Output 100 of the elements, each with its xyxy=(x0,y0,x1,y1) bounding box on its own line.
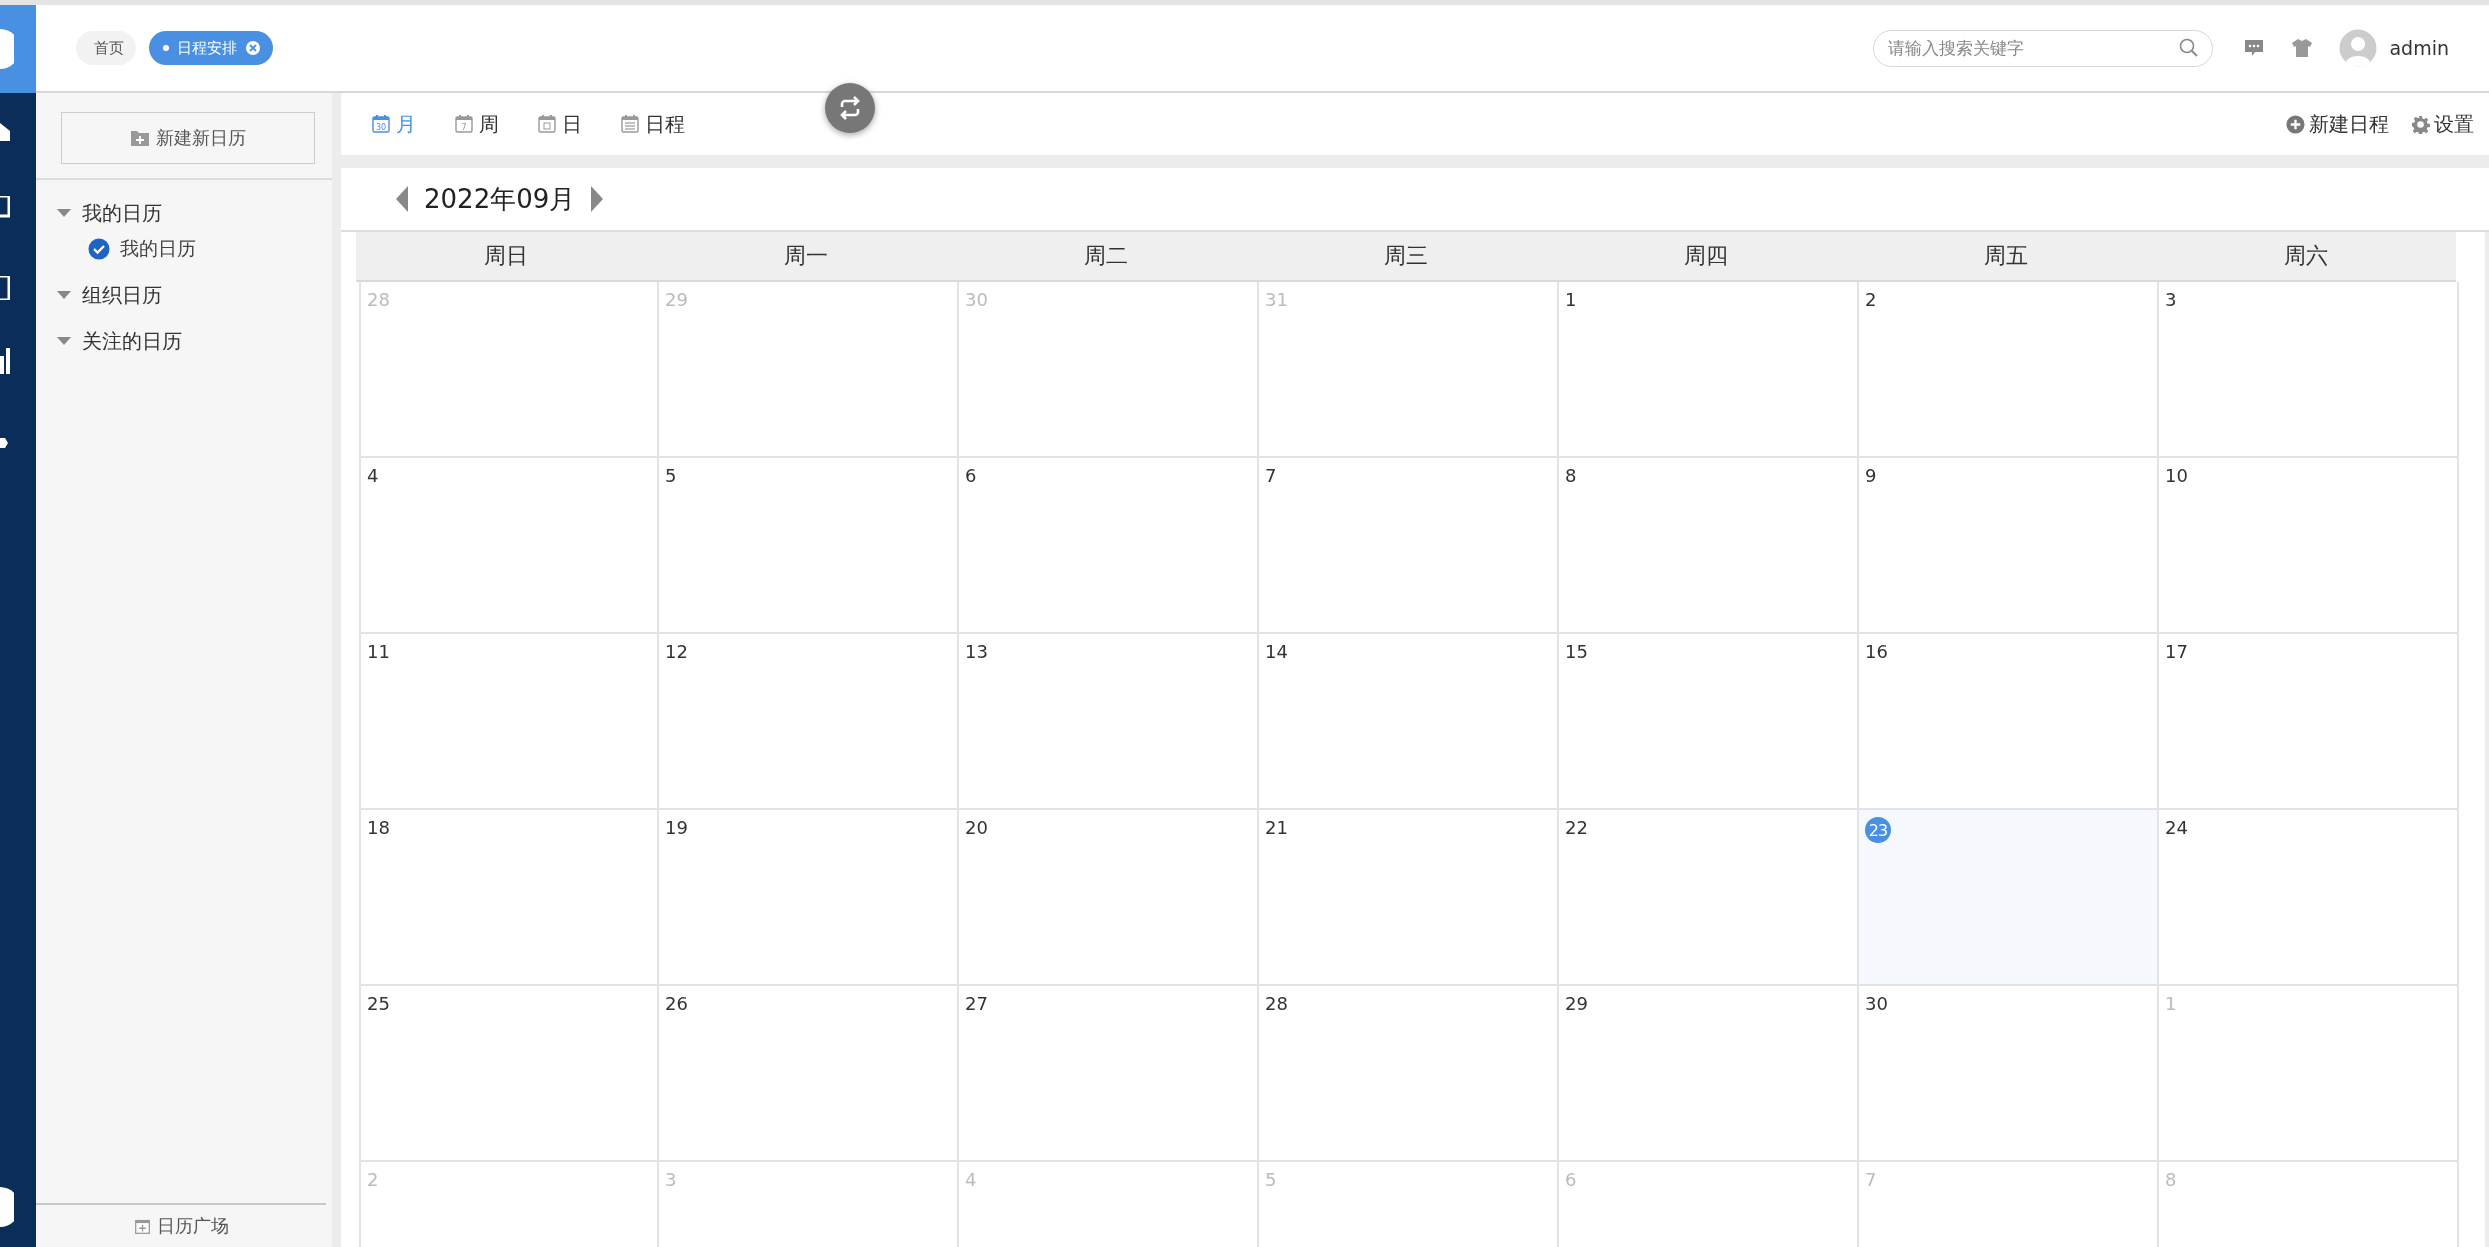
day-number: 29 xyxy=(665,289,688,310)
calendar-square-link[interactable]: 日历广场 xyxy=(133,1214,229,1238)
calendar-plus-icon xyxy=(133,1217,151,1235)
day-number: 2 xyxy=(1865,289,1877,310)
calendar-icon: 30 xyxy=(371,114,391,134)
day-cell[interactable]: 30 xyxy=(1859,986,2159,1162)
day-cell[interactable]: 6 xyxy=(959,458,1259,634)
group-label: 我的日历 xyxy=(82,199,162,227)
search-icon[interactable] xyxy=(2179,37,2200,58)
weekday-header: 周三 xyxy=(1256,232,1556,282)
day-cell[interactable]: 19 xyxy=(659,810,959,986)
day-cell[interactable]: 7 xyxy=(1259,458,1559,634)
day-number: 13 xyxy=(965,641,988,662)
new-calendar-button[interactable]: 新建新日历 xyxy=(61,112,315,164)
day-number: 29 xyxy=(1565,993,1588,1014)
view-tab[interactable]: 日 xyxy=(537,110,582,138)
chat-icon[interactable] xyxy=(2243,38,2266,58)
day-number: 3 xyxy=(665,1169,677,1190)
weekday-header: 周四 xyxy=(1556,232,1856,282)
day-cell[interactable]: 25 xyxy=(359,986,659,1162)
settings-button[interactable]: 设置 xyxy=(2411,110,2474,138)
day-number: 20 xyxy=(965,817,988,838)
close-icon[interactable] xyxy=(245,40,261,56)
plus-icon xyxy=(2286,114,2305,134)
day-cell[interactable]: 22 xyxy=(1559,810,1859,986)
day-number: 31 xyxy=(1265,289,1288,310)
day-cell[interactable]: 9 xyxy=(1859,458,2159,634)
calendar-label: 我的日历 xyxy=(120,236,196,261)
search-field[interactable]: 请输入搜索关键字 xyxy=(1873,29,2214,67)
day-cell[interactable]: 18 xyxy=(359,810,659,986)
day-cell[interactable]: 3 xyxy=(2159,282,2459,458)
day-cell[interactable]: 17 xyxy=(2159,634,2459,810)
day-number: 11 xyxy=(367,641,390,662)
day-cell[interactable]: 12 xyxy=(659,634,959,810)
day-number: 2 xyxy=(367,1169,379,1190)
day-cell[interactable]: 24 xyxy=(2159,810,2459,986)
day-cell[interactable]: 29 xyxy=(1559,986,1859,1162)
day-cell[interactable]: 28 xyxy=(1259,986,1559,1162)
calendar-group[interactable]: 关注的日历 xyxy=(56,318,332,364)
day-number: 3 xyxy=(2165,289,2177,310)
day-number: 26 xyxy=(665,993,688,1014)
day-number: 17 xyxy=(2165,641,2188,662)
day-number: 27 xyxy=(965,993,988,1014)
day-number: 1 xyxy=(1565,289,1577,310)
day-number: 19 xyxy=(665,817,688,838)
calendar-icon xyxy=(537,114,557,134)
day-number: 8 xyxy=(2165,1169,2177,1190)
user-name[interactable]: admin xyxy=(2389,37,2449,59)
day-cell[interactable]: 20 xyxy=(959,810,1259,986)
day-cell[interactable]: 5 xyxy=(659,458,959,634)
day-number: 30 xyxy=(965,289,988,310)
day-number: 4 xyxy=(965,1169,977,1190)
day-cell[interactable]: 15 xyxy=(1559,634,1859,810)
day-number: 22 xyxy=(1565,817,1588,838)
day-number: 7 xyxy=(1865,1169,1877,1190)
calendar-group[interactable]: 组织日历 xyxy=(56,272,332,318)
day-cell[interactable]: 16 xyxy=(1859,634,2159,810)
day-cell[interactable]: 11 xyxy=(359,634,659,810)
day-number: 24 xyxy=(2165,817,2188,838)
day-number: 6 xyxy=(965,465,977,486)
group-label: 组织日历 xyxy=(82,281,162,309)
day-cell[interactable]: 2 xyxy=(1859,282,2159,458)
previous-month-button[interactable] xyxy=(396,186,408,212)
day-cell[interactable]: 21 xyxy=(1259,810,1559,986)
weekday-header: 周日 xyxy=(356,232,656,282)
day-number: 18 xyxy=(367,817,390,838)
shirt-icon[interactable] xyxy=(2291,38,2314,58)
day-number: 1 xyxy=(2165,993,2177,1014)
weekday-header: 周五 xyxy=(1856,232,2156,282)
weekday-header: 周二 xyxy=(956,232,1256,282)
caret-icon[interactable] xyxy=(56,208,72,218)
day-cell[interactable]: 10 xyxy=(2159,458,2459,634)
day-cell[interactable]: 27 xyxy=(959,986,1259,1162)
weekday-header: 周一 xyxy=(656,232,956,282)
new-event-button[interactable]: 新建日程 xyxy=(2286,110,2389,138)
view-tab[interactable]: 7 周 xyxy=(454,110,499,138)
view-tab[interactable]: 30 月 xyxy=(371,110,416,138)
day-number: 25 xyxy=(367,993,390,1014)
day-number: 14 xyxy=(1265,641,1288,662)
day-cell[interactable]: 8 xyxy=(1559,458,1859,634)
day-cell[interactable]: 14 xyxy=(1259,634,1559,810)
day-cell[interactable]: 26 xyxy=(659,986,959,1162)
caret-icon[interactable] xyxy=(56,336,72,346)
page-tab[interactable]: 首页 xyxy=(76,31,136,65)
day-cell[interactable]: 1 xyxy=(1559,282,1859,458)
month-title: 2022年09月 xyxy=(424,182,576,216)
view-tab[interactable]: 日程 xyxy=(620,110,685,138)
next-month-button[interactable] xyxy=(591,186,604,212)
checkbox-icon[interactable] xyxy=(88,238,110,260)
folder-plus-icon xyxy=(130,129,150,147)
day-number: 5 xyxy=(665,465,677,486)
day-cell[interactable]: 13 xyxy=(959,634,1259,810)
caret-icon[interactable] xyxy=(56,290,72,300)
group-label: 关注的日历 xyxy=(82,327,182,355)
calendar-icon: 7 xyxy=(454,114,474,134)
day-number: 10 xyxy=(2165,465,2188,486)
day-number: 4 xyxy=(367,465,379,486)
day-number: 30 xyxy=(1865,993,1888,1014)
day-number: 8 xyxy=(1565,465,1577,486)
day-cell[interactable]: 4 xyxy=(359,458,659,634)
